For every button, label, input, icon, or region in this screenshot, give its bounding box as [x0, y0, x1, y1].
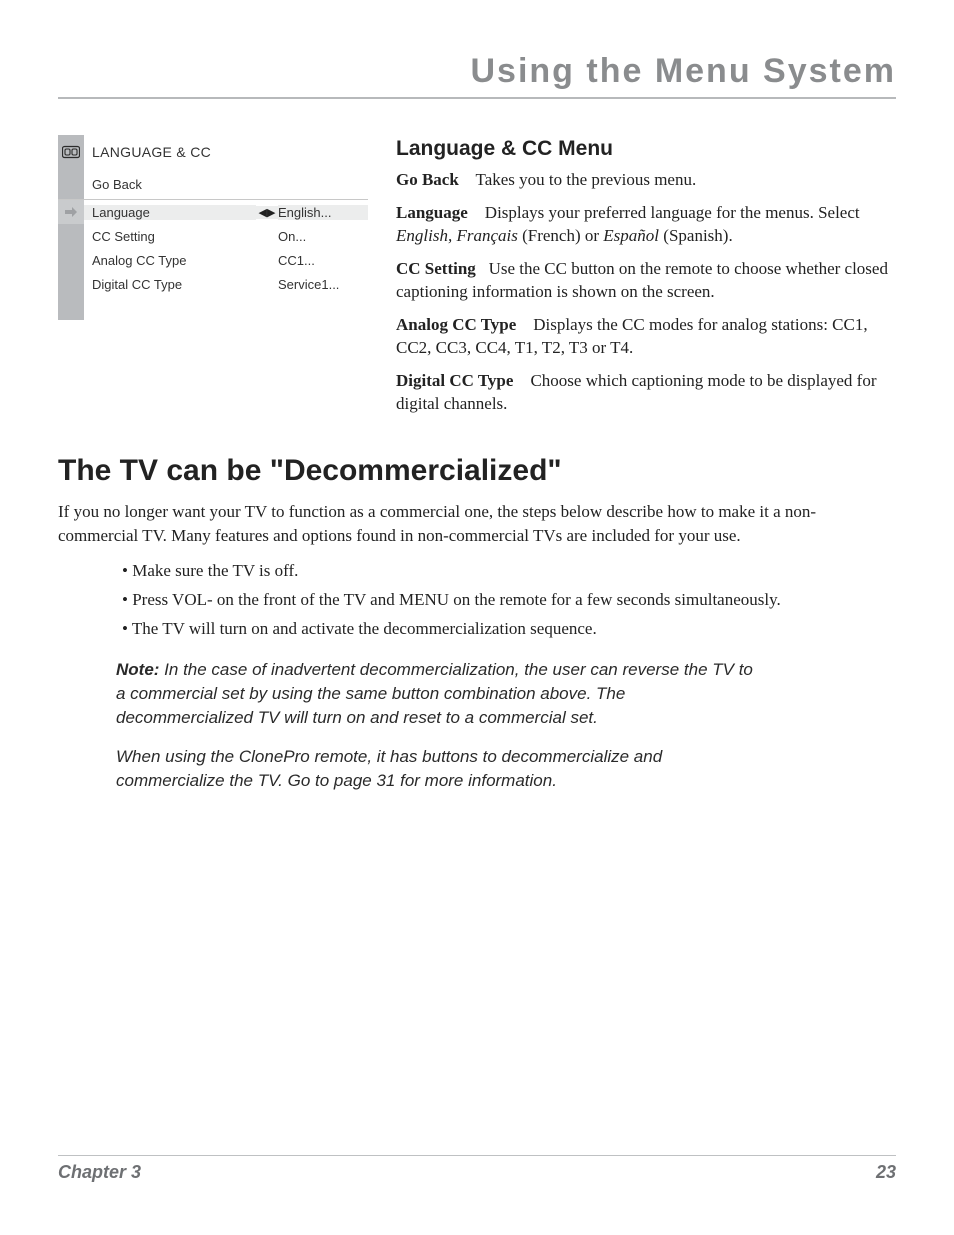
osd-item-cc-setting[interactable]: CC Setting On... — [58, 224, 368, 248]
osd-item-label: Analog CC Type — [84, 253, 256, 268]
term-analog-cc: Analog CC Type — [396, 315, 516, 334]
cc-icon — [58, 135, 84, 169]
desc-cc-setting: CC Setting Use the CC button on the remo… — [396, 258, 896, 304]
arrow-right-icon — [58, 200, 84, 224]
footer-chapter: Chapter 3 — [58, 1162, 141, 1183]
osd-item-label: Language — [84, 205, 256, 220]
bullet-item: Make sure the TV is off. — [122, 557, 896, 586]
term-go-back: Go Back — [396, 170, 459, 189]
osd-item-language[interactable]: Language ◀▶ English... — [58, 200, 368, 224]
osd-item-value: Service1... — [278, 277, 368, 292]
osd-menu: LANGUAGE & CC Go Back Language ◀▶ Englis… — [58, 135, 368, 320]
osd-item-label: Digital CC Type — [84, 277, 256, 292]
osd-item-analog-cc[interactable]: Analog CC Type CC1... — [58, 248, 368, 272]
osd-go-back-label: Go Back — [84, 177, 368, 192]
term-cc-setting: CC Setting — [396, 259, 476, 278]
desc-analog-cc: Analog CC Type Displays the CC modes for… — [396, 314, 896, 360]
osd-go-back-sidebar — [58, 169, 84, 199]
footer-page-number: 23 — [876, 1162, 896, 1183]
page-footer: Chapter 3 23 — [58, 1155, 896, 1183]
osd-item-value: CC1... — [278, 253, 368, 268]
note-clonepro: When using the ClonePro remote, it has b… — [116, 745, 756, 793]
desc-digital-cc: Digital CC Type Choose which captioning … — [396, 370, 896, 416]
section-intro: If you no longer want your TV to functio… — [58, 500, 896, 548]
osd-item-digital-cc[interactable]: Digital CC Type Service1... — [58, 272, 368, 296]
osd-title: LANGUAGE & CC — [84, 144, 368, 160]
left-right-arrows-icon: ◀▶ — [256, 206, 278, 219]
section-subheading: Language & CC Menu — [396, 135, 896, 163]
bullet-list: Make sure the TV is off. Press VOL- on t… — [122, 557, 896, 644]
term-digital-cc: Digital CC Type — [396, 371, 513, 390]
note-label: Note: — [116, 660, 159, 679]
bullet-item: Press VOL- on the front of the TV and ME… — [122, 586, 896, 615]
page-header-title: Using the Menu System — [58, 52, 896, 99]
osd-blank-row — [58, 296, 368, 320]
note-block: Note: In the case of inadvertent decomme… — [116, 658, 756, 793]
description-column: Language & CC Menu Go Back Takes you to … — [396, 135, 896, 426]
term-language: Language — [396, 203, 468, 222]
osd-item-label: CC Setting — [84, 229, 256, 244]
osd-item-value: English... — [278, 205, 368, 220]
decommercialize-section: The TV can be "Decommercialized" If you … — [58, 454, 896, 793]
osd-item-value: On... — [278, 229, 368, 244]
desc-language: Language Displays your preferred languag… — [396, 202, 896, 248]
bullet-item: The TV will turn on and activate the dec… — [122, 615, 896, 644]
osd-go-back[interactable]: Go Back — [58, 169, 368, 200]
desc-go-back: Go Back Takes you to the previous menu. — [396, 169, 896, 192]
section-heading: The TV can be "Decommercialized" — [58, 454, 896, 488]
osd-title-row: LANGUAGE & CC — [58, 135, 368, 169]
